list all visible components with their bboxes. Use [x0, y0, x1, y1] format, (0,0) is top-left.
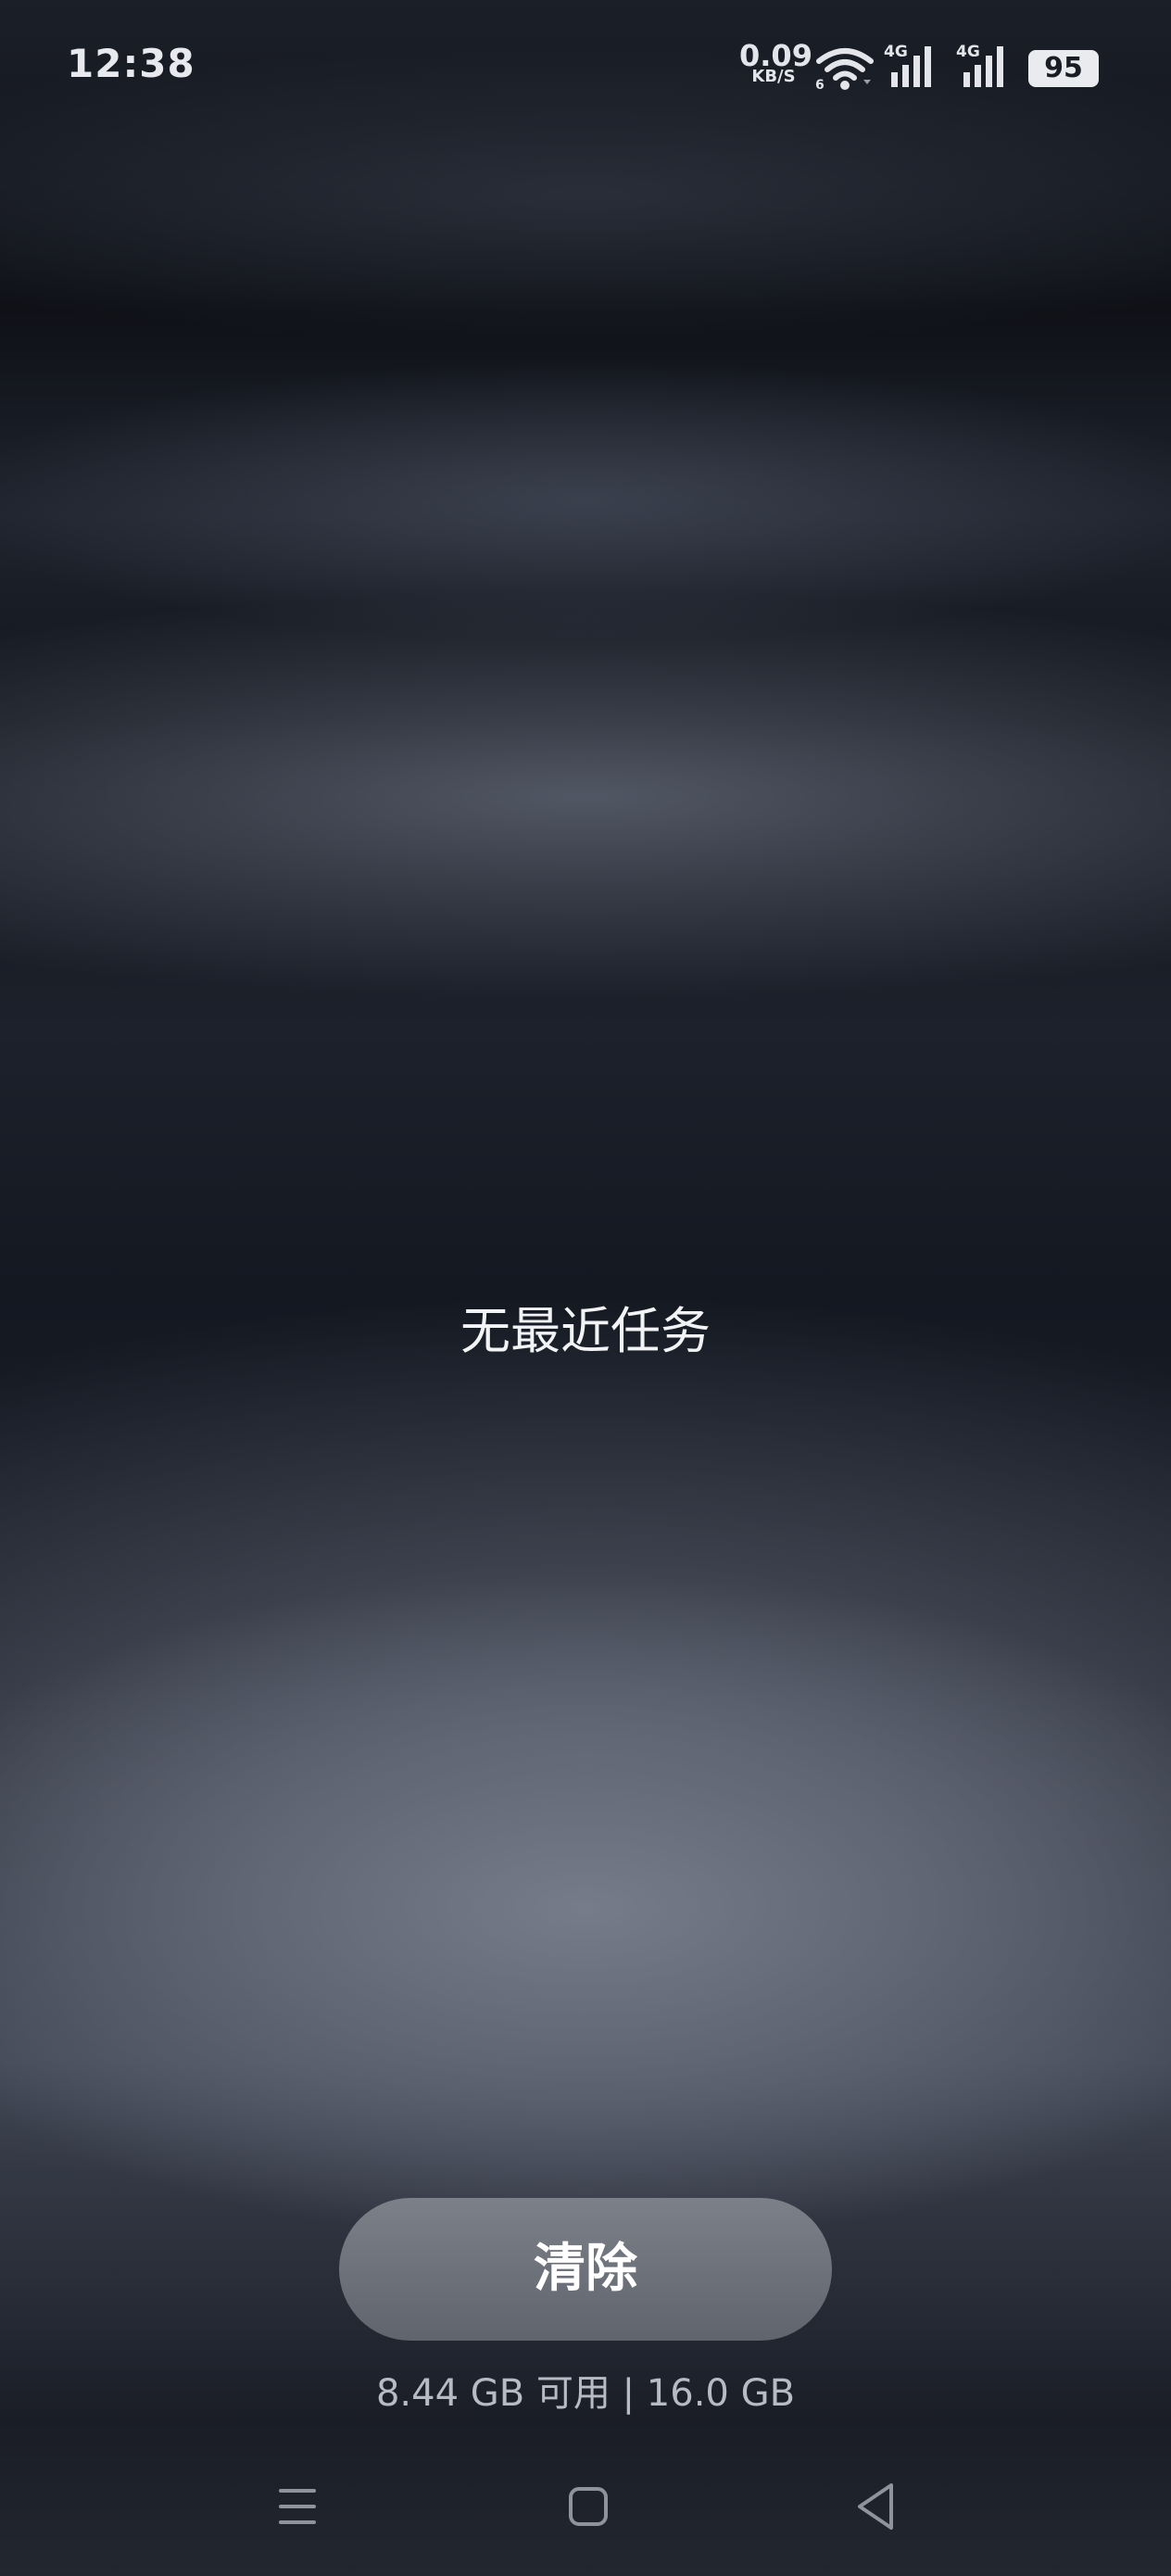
recents-screen: 12:38 0.09 KB/S 6 4G 4G 95 无最近任务 清除 8.44…: [0, 0, 1171, 2576]
home-icon[interactable]: [547, 2465, 630, 2548]
svg-text:6: 6: [815, 78, 825, 91]
navigation-bar: [0, 2465, 1171, 2548]
clear-all-button[interactable]: 清除: [339, 2198, 832, 2341]
cellular-signal-2-icon: 4G: [954, 43, 1015, 89]
no-recent-tasks-message: 无最近任务: [460, 1302, 711, 1360]
status-bar: 12:38 0.09 KB/S 6 4G 4G 95: [0, 0, 1171, 139]
back-icon[interactable]: [834, 2465, 917, 2548]
cellular-signal-1-icon: 4G: [882, 43, 943, 89]
network-speed: 0.09 KB/S: [739, 41, 812, 85]
menu-icon[interactable]: [256, 2465, 339, 2548]
battery-indicator: 95: [1028, 50, 1099, 87]
wifi-6-icon: 6: [815, 48, 874, 91]
status-time: 12:38: [67, 41, 195, 86]
memory-info: 8.44 GB 可用 | 16.0 GB: [375, 2372, 796, 2415]
